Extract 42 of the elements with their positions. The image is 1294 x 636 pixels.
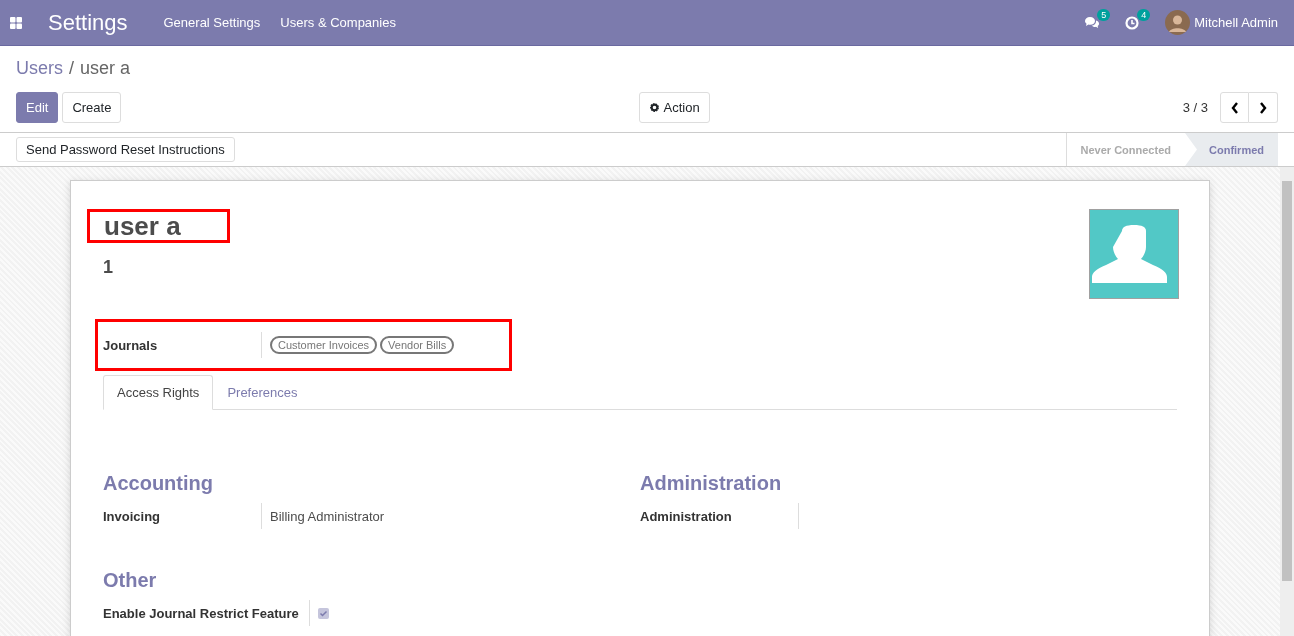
breadcrumb-separator: / [69,58,75,78]
scrollbar[interactable] [1280,167,1294,636]
avatar-placeholder-icon [1089,209,1179,299]
app-title: Settings [48,9,128,36]
tab[interactable]: Access Rights [103,375,214,410]
status-stage[interactable]: Confirmed [1185,133,1278,166]
user-name[interactable]: Mitchell Admin [1194,15,1278,30]
chevron-left-icon [1230,101,1239,114]
apps-menu-icon[interactable] [10,16,22,29]
breadcrumb-current: user a [80,58,131,78]
record-name: user a [87,209,230,243]
previous-button[interactable] [1220,92,1249,123]
group-heading: Other [103,569,158,592]
chat-icon[interactable] [1085,16,1100,29]
field-label: Enable Journal Restrict Feature [103,605,300,621]
reset-password-button[interactable]: Send Password Reset Instructions [16,137,235,162]
field-value: Billing Administrator [270,508,385,524]
record-subtitle: 1 [103,257,114,278]
field-label: Administration [640,508,733,524]
field-label: Journals [103,337,159,353]
menu-item[interactable]: Users & Companies [280,15,396,30]
tab[interactable]: Preferences [213,375,312,410]
gear-icon [648,102,660,113]
breadcrumb-link[interactable]: Users [16,58,63,78]
journal-tag[interactable]: Vendor Bills [380,336,455,354]
checkbox[interactable] [317,607,329,619]
user-avatar[interactable] [1165,10,1191,35]
group-heading: Administration [640,472,783,495]
status-stage[interactable]: Never Connected [1065,133,1185,166]
next-button[interactable] [1249,92,1278,123]
journal-tag[interactable]: Customer Invoices [270,336,378,354]
pager-value: 3 / 3 [1182,100,1208,115]
create-button[interactable]: Create [62,92,122,123]
clock-icon[interactable] [1125,15,1140,30]
chevron-right-icon [1259,101,1267,114]
field-label: Invoicing [103,508,162,524]
message-count-badge: 5 [1097,9,1111,21]
menu-item[interactable]: General Settings [163,15,261,30]
action-button[interactable]: Action [638,92,710,123]
activity-count-badge: 4 [1137,8,1151,21]
edit-button[interactable]: Edit [16,92,59,123]
group-heading: Accounting [103,472,214,495]
